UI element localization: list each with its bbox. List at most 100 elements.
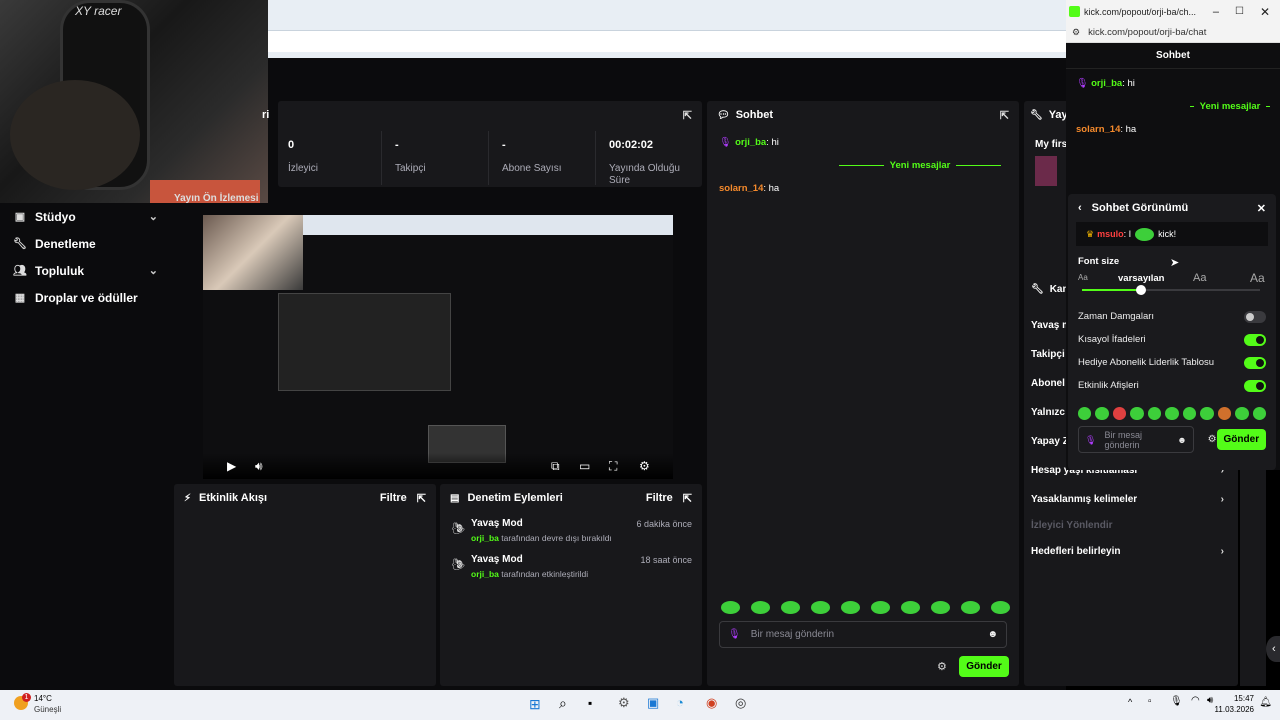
edge-icon[interactable]: ◔: [676, 695, 684, 710]
gear-icon[interactable]: ⚙: [639, 459, 650, 473]
notification-bell-icon[interactable]: 🔔︎: [1259, 697, 1272, 708]
search-icon[interactable]: ⌕: [559, 695, 567, 712]
toggle-row-shortcut-emotes[interactable]: Kısayol İfadeleri: [1078, 328, 1266, 351]
toggle-row-event-banners[interactable]: Etkinlik Afişleri: [1078, 374, 1266, 397]
slider-thumb[interactable]: [1135, 285, 1146, 295]
popout-icon[interactable]: ⇱: [1000, 109, 1009, 122]
mic-icon: 🎙︎: [728, 629, 741, 640]
chat-message: solarn_14: ha: [707, 179, 1019, 198]
emote-icon[interactable]: [811, 601, 830, 614]
emote-icon[interactable]: [991, 601, 1010, 614]
entry-user[interactable]: orji_ba: [471, 533, 499, 543]
emote-icon[interactable]: [1252, 407, 1266, 420]
stat-uptime: 00:02:02 Yayında Olduğu Süre: [599, 131, 703, 186]
emote-icon[interactable]: [1200, 407, 1214, 420]
volume-icon[interactable]: 🔊︎: [255, 459, 263, 474]
popout-icon[interactable]: ⇱: [683, 109, 692, 122]
collapse-icon[interactable]: ‹: [1266, 636, 1280, 662]
emote-icon[interactable]: [721, 601, 740, 614]
emote-icon[interactable]: [1147, 407, 1162, 420]
toggle-label: Hediye Abonelik Liderlik Tablosu: [1078, 357, 1215, 368]
maximize-icon[interactable]: ☐: [1235, 6, 1244, 17]
toggle-switch[interactable]: [1244, 310, 1266, 323]
nav-item-studio[interactable]: ▣ Stüdyo ⌄: [0, 203, 170, 230]
theater-icon[interactable]: ▭: [579, 459, 590, 473]
task-view-icon[interactable]: ▪: [588, 696, 592, 710]
gear-icon[interactable]: ⚙: [1208, 434, 1217, 445]
setting-item-banned-words[interactable]: Yasaklanmış kelimeler ›: [1024, 486, 1238, 512]
back-icon[interactable]: ‹: [1078, 202, 1082, 214]
filter-button[interactable]: Filtre: [380, 492, 407, 504]
stream-preview[interactable]: ▶ 🔊︎ ⧉ ▭ ⛶ ⚙: [203, 215, 673, 479]
slider-fill: [1082, 289, 1141, 291]
chevron-right-icon: ›: [1220, 545, 1224, 557]
site-settings-icon[interactable]: ⚙: [1072, 27, 1080, 38]
chat-input[interactable]: 🎙︎ Bir mesaj gönderin ☻: [719, 621, 1007, 648]
emote-icon[interactable]: [1235, 407, 1249, 420]
chat-username[interactable]: orji_ba: [735, 137, 766, 148]
close-icon[interactable]: ✕: [1260, 5, 1270, 19]
nav-item-community[interactable]: 👥︎ Topluluk ⌄: [0, 257, 170, 284]
toggle-row-timestamps[interactable]: Zaman Damgaları: [1078, 305, 1266, 328]
emote-icon[interactable]: [1130, 407, 1144, 420]
browser-address-bar[interactable]: [268, 30, 1066, 52]
emote-icon[interactable]: [931, 601, 950, 614]
wifi-icon[interactable]: ◠: [1191, 695, 1200, 706]
popout-icon[interactable]: ⇱: [417, 492, 426, 505]
chevron-down-icon: ⌄: [148, 211, 158, 223]
settings-app-icon[interactable]: ⚙: [618, 695, 630, 711]
clock-time[interactable]: 15:47: [1234, 694, 1254, 703]
emote-icon[interactable]: [1078, 407, 1092, 420]
nav-item-moderation[interactable]: 🔧︎ Denetleme: [0, 230, 170, 257]
emote-icon[interactable]: [1217, 407, 1232, 420]
fullscreen-icon[interactable]: ⛶: [609, 459, 617, 474]
emote-icon[interactable]: [961, 601, 980, 614]
chat-username[interactable]: orji_ba: [1091, 78, 1122, 89]
setting-item-goals[interactable]: Hedefleri belirleyin ›: [1024, 538, 1238, 564]
toggle-row-gift-leaderboard[interactable]: Hediye Abonelik Liderlik Tablosu: [1078, 351, 1266, 374]
gear-icon[interactable]: ⚙: [937, 660, 947, 673]
emoji-icon[interactable]: ☻: [1177, 435, 1186, 445]
filter-button[interactable]: Filtre: [646, 492, 673, 504]
volume-icon[interactable]: 🔊︎: [1207, 695, 1213, 706]
close-icon[interactable]: ✕: [1257, 202, 1266, 215]
emote-icon[interactable]: [1112, 407, 1127, 420]
nav-item-drops[interactable]: ▦ Droplar ve ödüller: [0, 284, 170, 311]
emote-icon[interactable]: [871, 601, 890, 614]
microphone-icon[interactable]: 🎙︎: [1170, 696, 1183, 707]
emote-icon[interactable]: [841, 601, 860, 614]
list-item: 🐌︎ Yavaş Mod 18 saat önce orji_ba tarafı…: [440, 548, 702, 584]
minimize-icon[interactable]: –: [1213, 6, 1219, 18]
emote-icon[interactable]: [1165, 407, 1179, 420]
emote-icon[interactable]: [1182, 407, 1197, 420]
tray-icon[interactable]: ▫: [1148, 696, 1152, 707]
url-bar[interactable]: ⚙ kick.com/popout/orji-ba/chat: [1066, 23, 1280, 43]
store-icon[interactable]: ▣: [647, 695, 659, 711]
emote-icon[interactable]: [781, 601, 800, 614]
popout-icon[interactable]: ⇱: [683, 492, 692, 505]
chat-username[interactable]: solarn_14: [1076, 124, 1120, 135]
setting-label: Hedefleri belirleyin: [1031, 545, 1121, 557]
entry-desc: tarafından devre dışı bırakıldı: [498, 533, 612, 543]
emote-icon[interactable]: [901, 601, 920, 614]
obs-icon[interactable]: ◎: [735, 695, 746, 711]
emote-icon[interactable]: [1095, 407, 1109, 420]
toggle-switch[interactable]: [1244, 356, 1266, 369]
emoji-icon[interactable]: ☻: [987, 629, 998, 640]
toggle-switch[interactable]: [1244, 333, 1266, 346]
chat-input[interactable]: 🎙︎ Bir mesaj gönderin ☻: [1078, 426, 1194, 453]
chat-username[interactable]: solarn_14: [719, 183, 763, 194]
toggle-switch[interactable]: [1244, 379, 1266, 392]
send-button[interactable]: Gönder: [1216, 429, 1266, 450]
font-size-slider[interactable]: Aa varsayılan Aa Aa: [1078, 267, 1266, 297]
emote-icon[interactable]: [751, 601, 770, 614]
chevron-up-icon[interactable]: ^: [1128, 697, 1132, 707]
toggle-label: Zaman Damgaları: [1078, 311, 1155, 322]
play-icon[interactable]: ▶: [227, 459, 236, 473]
chrome-icon[interactable]: ◉: [706, 695, 717, 711]
clip-icon[interactable]: ⧉: [551, 459, 560, 474]
entry-user[interactable]: orji_ba: [471, 569, 499, 579]
send-button[interactable]: Gönder: [959, 656, 1009, 677]
clock-date[interactable]: 11.03.2026: [1215, 705, 1254, 714]
start-icon[interactable]: ⊞: [529, 696, 541, 713]
